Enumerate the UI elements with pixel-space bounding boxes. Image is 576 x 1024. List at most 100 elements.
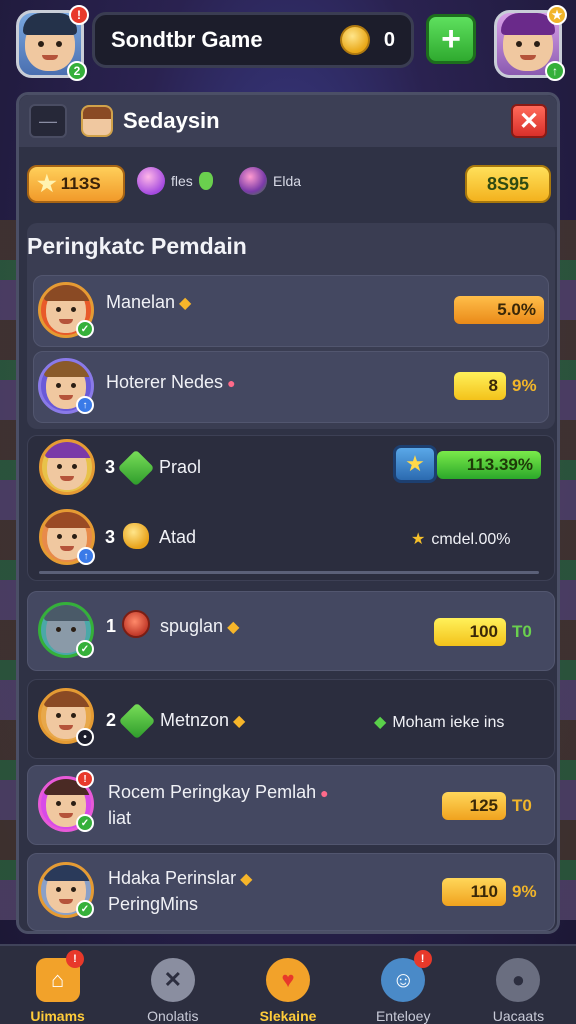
nav-label: Slekaine xyxy=(259,1008,317,1024)
panel-header: — Sedaysin ✕ xyxy=(19,95,557,147)
home-badge: ! xyxy=(66,950,84,968)
status-badge: • xyxy=(76,728,94,746)
player-name: Manelan ◆ xyxy=(106,292,192,312)
leaderboard-row[interactable]: • 2 Metnzon ◆ ◆ Moham ieke ins xyxy=(27,679,555,759)
stars-counter[interactable]: ★ 11ЗS xyxy=(27,165,125,203)
rank-up-badge: ✓ xyxy=(76,640,94,658)
rank-number: 3 xyxy=(105,457,116,477)
rank-up-badge: ✓ xyxy=(76,900,94,918)
red-emblem-icon xyxy=(122,610,150,638)
notification-badge: ! xyxy=(69,5,89,25)
player-name: Metnzon ◆ xyxy=(160,710,246,730)
profile-badge: ! xyxy=(413,950,432,968)
star-chest-icon[interactable]: ★ xyxy=(393,445,437,483)
green-gem-small-icon: ◆ xyxy=(374,714,387,731)
score-counter[interactable]: 8Ѕ95 xyxy=(465,165,551,203)
score-percent: 9% xyxy=(512,376,537,395)
panel-title: Sedaysin xyxy=(123,108,220,133)
game-title: Sondtbr Game xyxy=(111,27,263,52)
rank-up-badge: ↑ xyxy=(76,396,94,414)
leaderboard-row[interactable]: ↑ Hoterer Nedes ● 8 9% xyxy=(33,351,549,423)
rank-number: 1 xyxy=(106,616,117,636)
player-face xyxy=(23,13,77,71)
player-name: spuglan ◆ xyxy=(160,616,240,636)
player-status: ◆ Moham ieke ins xyxy=(374,714,505,731)
drop-icon: ● xyxy=(227,375,236,391)
nav-label: Enteloey xyxy=(375,1008,431,1024)
add-coins-button[interactable]: + xyxy=(426,14,476,64)
score-extra: T0 xyxy=(512,796,532,815)
nav-item-battle[interactable]: ✕ Onolatis xyxy=(115,946,230,1024)
shield-icon: ◆ xyxy=(179,295,192,312)
player-avatar-icon xyxy=(39,439,95,495)
gem2-label: Elda xyxy=(273,173,302,189)
green-drop-icon xyxy=(198,172,213,190)
star-icon: ★ xyxy=(37,171,57,196)
leaderboard-panel: — Sedaysin ✕ ★ 11ЗS fles Elda 8Ѕ95 Perin… xyxy=(16,92,560,934)
green-gem-icon xyxy=(118,702,156,740)
coin-icon xyxy=(339,25,370,55)
nav-label: Uimams xyxy=(30,1008,85,1024)
score-extra: 9% xyxy=(512,882,537,901)
gem1-label: fles xyxy=(171,173,193,189)
score-bar: 100 xyxy=(434,618,506,646)
player-status: ★ cmdel.00% xyxy=(411,531,511,548)
player-name: Hdaka Perinslar ◆ xyxy=(108,868,253,888)
nav-item-user[interactable]: ● Uacaats xyxy=(461,946,576,1024)
player-name: Praol xyxy=(159,457,202,477)
nav-item-profile[interactable]: ☺ ! Enteloey xyxy=(346,946,461,1024)
player-subtitle: PeringMins xyxy=(108,894,199,914)
notification-badge: ! xyxy=(76,770,94,788)
back-button[interactable]: — xyxy=(29,104,67,138)
heart-shield-icon: ♥ xyxy=(266,958,310,1002)
rank-up-badge: ✓ xyxy=(76,814,94,832)
nav-label: Onolatis xyxy=(147,1008,199,1024)
user-icon: ● xyxy=(496,958,541,1002)
rank-up-badge: ✓ xyxy=(76,320,94,338)
leaderboard-row[interactable]: ✓ 1 spuglan ◆ 100 T0 xyxy=(27,591,555,671)
player-name: Rocem Peringkay Pemlah ● xyxy=(108,782,329,802)
score-bar: 8 xyxy=(454,372,506,400)
leaderboard-row[interactable]: ✓ Hdaka Perinslar ◆ PeringMins 110 9% xyxy=(27,853,555,931)
berry-icon xyxy=(239,167,267,195)
friend-avatar[interactable]: ★ ↑ xyxy=(494,5,567,81)
leaderboard-row[interactable]: ! ✓ Rocem Peringkay Pemlah ● liat 125 T0 xyxy=(27,765,555,845)
player-subtitle: liat xyxy=(108,808,132,828)
stars-value: 11ЗS xyxy=(60,174,101,193)
friend-face xyxy=(501,13,555,71)
rank-number: 3 xyxy=(105,527,116,547)
drop-icon: ● xyxy=(320,785,329,801)
star-badge: ★ xyxy=(547,5,567,25)
shield-icon: ◆ xyxy=(227,619,240,636)
star-icon: ★ xyxy=(411,531,426,548)
progress-divider xyxy=(39,571,539,574)
panel-avatar xyxy=(81,105,113,137)
rank-up-badge: ↑ xyxy=(77,547,95,565)
level-badge: 2 xyxy=(67,61,87,81)
resources-row: ★ 11ЗS fles Elda 8Ѕ95 xyxy=(27,163,551,207)
purple-gem-icon xyxy=(137,167,165,195)
player-name: Atad xyxy=(159,527,197,547)
bottom-navigation: ⌂ ! Uimams ✕ Onolatis ♥ Slekaine ☺ ! Ent… xyxy=(0,944,576,1024)
top-bar: ! 2 Sondtbr Game 0 + ★ ↑ xyxy=(0,0,576,90)
gold-trophy-icon xyxy=(123,523,149,549)
score-bar: 113.39% xyxy=(437,451,541,479)
nav-item-featured[interactable]: ♥ Slekaine xyxy=(230,946,345,1024)
shield-icon: ◆ xyxy=(240,871,253,888)
nav-item-home[interactable]: ⌂ ! Uimams xyxy=(0,946,115,1024)
score-bar: 125 xyxy=(442,792,506,820)
player-name: Hoterer Nedes ● xyxy=(106,372,236,392)
online-badge: ↑ xyxy=(545,61,565,81)
shield-icon: ◆ xyxy=(233,713,246,730)
leaderboard-row[interactable]: ✓ Manelan ◆ 5.0% xyxy=(33,275,549,347)
gem-resource-1[interactable]: fles xyxy=(137,167,213,195)
ranking-title: Peringkatc Pemdain xyxy=(27,233,247,259)
score-bar: 5.0% xyxy=(454,296,544,324)
crossed-swords-icon: ✕ xyxy=(150,958,195,1002)
nav-label: Uacaats xyxy=(492,1008,545,1024)
rank-number: 2 xyxy=(106,710,117,730)
gem-resource-2[interactable]: Elda xyxy=(239,167,301,195)
coin-count: 0 xyxy=(383,28,395,51)
player-avatar[interactable]: ! 2 xyxy=(16,5,89,81)
close-button[interactable]: ✕ xyxy=(511,104,547,138)
